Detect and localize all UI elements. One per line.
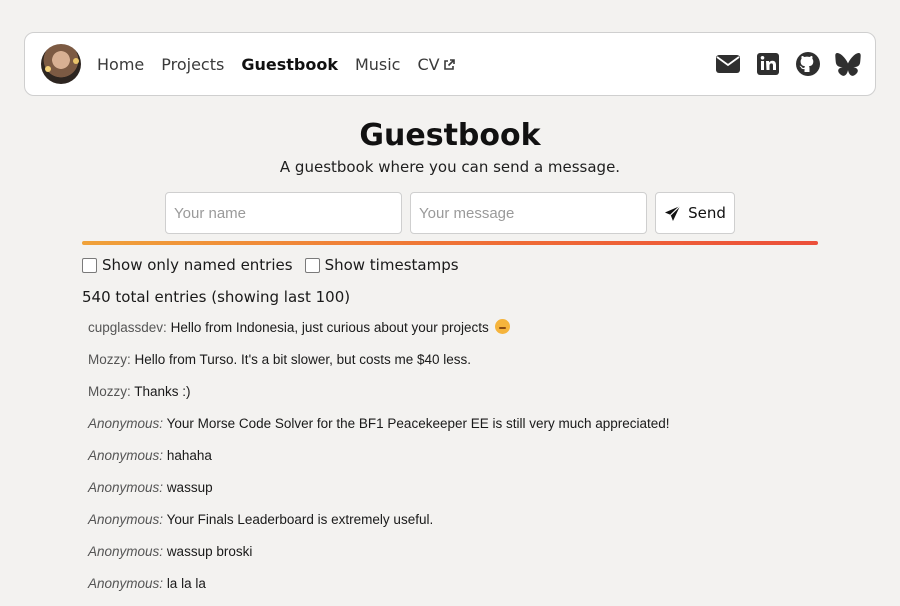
entry-author: cupglassdev: [88, 320, 167, 335]
entry-author: Anonymous: [88, 448, 164, 463]
entry-message: wassup broski [166, 544, 253, 559]
github-link[interactable] [795, 51, 821, 77]
page-title: Guestbook [359, 118, 541, 153]
message-input[interactable] [410, 192, 647, 234]
top-navbar: Home Projects Guestbook Music CV [24, 32, 876, 96]
avatar[interactable] [41, 44, 81, 84]
entry-author: Anonymous: [88, 416, 164, 431]
entry-author: Anonymous: [88, 480, 164, 495]
timestamps-filter[interactable]: Show timestamps [304, 256, 459, 274]
entry-author: Mozzy: [88, 384, 131, 399]
external-link-icon [443, 58, 455, 70]
entry-message: Hello from Turso. It's a bit slower, but… [134, 352, 471, 367]
named-only-filter[interactable]: Show only named entries [82, 256, 293, 274]
entry-message: Your Morse Code Solver for the BF1 Peace… [166, 416, 670, 431]
linkedin-icon [757, 53, 779, 75]
entry-message: wassup [166, 480, 213, 495]
entry-message: Your Finals Leaderboard is extremely use… [166, 512, 434, 527]
guestbook-form: Send [165, 192, 735, 234]
entry-author: Anonymous: [88, 512, 164, 527]
entry-list: cupglassdev: Hello from Indonesia, just … [88, 318, 670, 606]
list-item: Anonymous: wassup [88, 478, 670, 510]
linkedin-link[interactable] [755, 51, 781, 77]
list-item: Anonymous: la la la [88, 574, 670, 606]
entry-message: Thanks :) [134, 384, 191, 399]
list-item: Anonymous: Your Finals Leaderboard is ex… [88, 510, 670, 542]
list-item: cupglassdev: Hello from Indonesia, just … [88, 318, 670, 350]
entry-count: 540 total entries (showing last 100) [82, 288, 351, 306]
bluesky-link[interactable] [835, 51, 861, 77]
github-icon [796, 52, 820, 76]
entry-message: Hello from Indonesia, just curious about… [170, 320, 489, 335]
list-item: Anonymous: wassup broski [88, 542, 670, 574]
envelope-icon [716, 55, 740, 73]
paper-plane-icon [665, 205, 681, 221]
list-item: Anonymous: hahaha [88, 446, 670, 478]
send-button-label: Send [688, 204, 726, 222]
nav-link-cv-label: CV [417, 54, 440, 74]
filter-options: Show only named entries Show timestamps [82, 256, 471, 274]
nav-links: Home Projects Guestbook Music CV [97, 55, 472, 74]
accent-divider [82, 241, 818, 245]
named-only-label: Show only named entries [102, 256, 293, 274]
entry-author: Anonymous: [88, 544, 164, 559]
nav-link-cv[interactable]: CV [417, 54, 455, 74]
entry-author: Mozzy: [88, 352, 131, 367]
name-input[interactable] [165, 192, 402, 234]
list-item: Mozzy: Thanks :) [88, 382, 670, 414]
named-only-checkbox[interactable] [82, 257, 97, 273]
entry-message: hahaha [166, 448, 212, 463]
email-link[interactable] [715, 51, 741, 77]
bluesky-icon [835, 52, 861, 76]
timestamps-checkbox[interactable] [304, 257, 320, 273]
entry-message: la la la [166, 576, 206, 591]
entry-author: Anonymous: [88, 576, 164, 591]
list-item: Mozzy: Hello from Turso. It's a bit slow… [88, 350, 670, 382]
nav-link-guestbook[interactable]: Guestbook [241, 55, 338, 74]
social-links [715, 51, 861, 77]
timestamps-label: Show timestamps [324, 256, 459, 274]
nav-link-music[interactable]: Music [355, 55, 401, 74]
nav-link-projects[interactable]: Projects [161, 55, 224, 74]
list-item: Anonymous: Your Morse Code Solver for th… [88, 414, 670, 446]
send-button[interactable]: Send [655, 192, 735, 234]
nav-link-home[interactable]: Home [97, 55, 144, 74]
wink-emoji-icon [494, 319, 510, 334]
page-subtitle: A guestbook where you can send a message… [279, 158, 621, 176]
